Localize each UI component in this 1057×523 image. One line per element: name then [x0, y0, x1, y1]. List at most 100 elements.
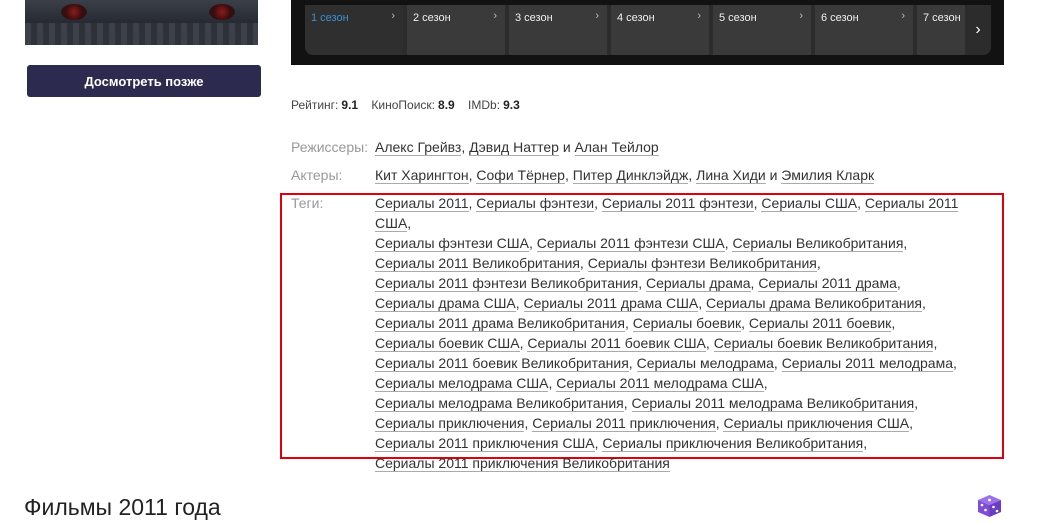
tag-link[interactable]: Сериалы приключения: [375, 415, 525, 432]
tags-line: Сериалы 2011 драма Великобритания, Сериа…: [375, 315, 896, 332]
tag-link[interactable]: Сериалы 2011 драма: [758, 275, 897, 292]
season-selector: 1 сезон › 2 сезон › 3 сезон › 4 сезон › 5 сезон ›…: [305, 5, 991, 55]
tags-line: Сериалы 2011 Великобритания, Сериалы фэн…: [375, 255, 821, 272]
tag-link[interactable]: Сериалы 2011 Великобритания: [375, 255, 580, 272]
season-label: 2 сезон: [413, 12, 451, 24]
directors-label: Режиссеры:: [291, 139, 369, 155]
tag-link[interactable]: Сериалы 2011 боевик США: [527, 335, 706, 352]
chevron-right-icon: ›: [901, 10, 905, 22]
poster-eye-right: [209, 4, 235, 20]
tag-link[interactable]: Сериалы 2011: [375, 195, 469, 212]
tags-line: Сериалы боевик США, Сериалы 2011 боевик …: [375, 335, 938, 352]
tag-link[interactable]: Сериалы 2011 боевик: [748, 315, 892, 332]
tag-link[interactable]: Сериалы драма: [645, 275, 751, 292]
actor-link[interactable]: Питер Динклэйдж: [572, 167, 689, 184]
season-label: 7 сезон: [923, 12, 961, 24]
chevron-right-icon: ›: [493, 10, 497, 22]
kinopoisk-label: КиноПоиск:: [371, 98, 436, 112]
tag-link[interactable]: Сериалы боевик: [632, 315, 742, 332]
tags-line: Сериалы 2011, Сериалы фэнтези, Сериалы 2…: [375, 195, 959, 232]
tags-line: Сериалы мелодрама Великобритания, Сериал…: [375, 395, 919, 412]
tag-link[interactable]: Сериалы Великобритания: [732, 235, 904, 252]
season-label: 3 сезон: [515, 12, 553, 24]
imdb-value: 9.3: [503, 98, 520, 112]
rating-label: Рейтинг:: [291, 98, 339, 112]
tag-link[interactable]: Сериалы боевик Великобритания: [713, 335, 934, 352]
tag-link[interactable]: Сериалы драма Великобритания: [706, 295, 922, 312]
video-player: 1 сезон › 2 сезон › 3 сезон › 4 сезон › 5 сезон ›…: [291, 0, 1004, 65]
directors-list: Алекс Грейвз, Дэвид Наттер и Алан Тейлор: [375, 139, 659, 156]
actor-link[interactable]: Эмилия Кларк: [781, 167, 875, 184]
actor-link[interactable]: Софи Тёрнер: [476, 167, 565, 184]
tab-season-1[interactable]: 1 сезон ›: [305, 5, 403, 55]
tab-season-5[interactable]: 5 сезон ›: [713, 5, 811, 55]
poster-image: [25, 0, 258, 45]
tags-line: Сериалы фэнтези США, Сериалы 2011 фэнтез…: [375, 235, 908, 252]
tag-link[interactable]: Сериалы 2011 мелодрама США: [556, 375, 764, 392]
tag-link[interactable]: Сериалы драма США: [375, 295, 516, 312]
ratings-bar: Рейтинг: 9.1 КиноПоиск: 8.9 IMDb: 9.3: [291, 98, 530, 112]
conjunction: и: [562, 139, 571, 155]
tag-link[interactable]: Сериалы 2011 фэнтези: [601, 195, 754, 212]
season-label: 5 сезон: [719, 12, 757, 24]
actor-link[interactable]: Кит Харингтон: [375, 167, 469, 184]
imdb-label: IMDb:: [468, 98, 501, 112]
tags-line: Сериалы 2011 боевик Великобритания, Сери…: [375, 355, 957, 372]
tag-link[interactable]: Сериалы приключения США: [723, 415, 910, 432]
chevron-right-icon: ›: [799, 10, 803, 22]
tag-link[interactable]: Сериалы мелодрама США: [375, 375, 549, 392]
chevron-right-icon: ›: [391, 10, 395, 22]
tag-link[interactable]: Сериалы фэнтези США: [375, 235, 529, 252]
tab-season-6[interactable]: 6 сезон ›: [815, 5, 913, 55]
actors-list: Кит Харингтон, Софи Тёрнер, Питер Динклэ…: [375, 167, 875, 184]
actors-label: Актеры:: [291, 167, 343, 183]
season-label: 6 сезон: [821, 12, 859, 24]
tag-link[interactable]: Сериалы 2011 приключения США: [375, 435, 595, 452]
tag-link[interactable]: Сериалы 2011 фэнтези Великобритания: [375, 275, 639, 292]
director-link[interactable]: Алан Тейлор: [574, 139, 659, 156]
tag-link[interactable]: Сериалы 2011 фэнтези США: [536, 235, 725, 252]
tag-link[interactable]: Сериалы США: [761, 195, 858, 212]
tags-line: Сериалы 2011 приключения Великобритания: [375, 453, 995, 473]
tag-link[interactable]: Сериалы 2011 мелодрама: [781, 355, 953, 372]
tag-link[interactable]: Сериалы 2011 боевик Великобритания: [375, 355, 629, 372]
tag-link[interactable]: Сериалы боевик США: [375, 335, 520, 352]
director-link[interactable]: Алекс Грейвз: [375, 139, 462, 156]
section-heading: Фильмы 2011 года: [24, 494, 221, 520]
tab-season-2[interactable]: 2 сезон ›: [407, 5, 505, 55]
tag-link[interactable]: Сериалы мелодрама: [636, 355, 774, 372]
tags-line: Сериалы 2011 приключения США, Сериалы пр…: [375, 435, 868, 452]
tag-link[interactable]: Сериалы 2011 приключения Великобритания: [375, 455, 670, 472]
actor-link[interactable]: Лина Хиди: [696, 167, 766, 184]
seasons-next-button[interactable]: ›: [965, 5, 991, 55]
poster-texture: [25, 23, 258, 45]
tag-link[interactable]: Сериалы 2011 драма США: [523, 295, 699, 312]
dice-icon: [978, 495, 1001, 517]
watch-later-button[interactable]: Досмотреть позже: [27, 65, 261, 97]
tag-link[interactable]: Сериалы приключения Великобритания: [602, 435, 864, 452]
tags-line: Сериалы драма США, Сериалы 2011 драма СШ…: [375, 295, 926, 312]
chevron-right-icon: ›: [697, 10, 701, 22]
director-link[interactable]: Дэвид Наттер: [469, 139, 559, 156]
rating-value: 9.1: [341, 98, 359, 112]
tab-season-3[interactable]: 3 сезон ›: [509, 5, 607, 55]
season-label: 1 сезон: [311, 12, 349, 24]
random-button[interactable]: [976, 494, 1003, 518]
tags-line: Сериалы приключения, Сериалы 2011 приклю…: [375, 415, 913, 432]
tag-link[interactable]: Сериалы 2011 драма Великобритания: [375, 315, 625, 332]
tags-label: Теги:: [291, 195, 324, 211]
tag-link[interactable]: Сериалы 2011 приключения: [532, 415, 716, 432]
tag-link[interactable]: Сериалы фэнтези Великобритания: [587, 255, 817, 272]
poster-eye-left: [61, 4, 87, 20]
tags-line: Сериалы мелодрама США, Сериалы 2011 мело…: [375, 375, 768, 392]
tab-season-4[interactable]: 4 сезон ›: [611, 5, 709, 55]
tags-line: Сериалы 2011 фэнтези Великобритания, Сер…: [375, 275, 901, 292]
season-label: 4 сезон: [617, 12, 655, 24]
tag-link[interactable]: Сериалы фэнтези: [476, 195, 595, 212]
conjunction: и: [769, 167, 778, 183]
chevron-right-icon: ›: [975, 21, 981, 38]
tags-list: Сериалы 2011, Сериалы фэнтези, Сериалы 2…: [375, 193, 995, 473]
tag-link[interactable]: Сериалы мелодрама Великобритания: [375, 395, 624, 412]
tag-link[interactable]: Сериалы 2011 мелодрама Великобритания: [631, 395, 915, 412]
kinopoisk-value: 8.9: [438, 98, 455, 112]
